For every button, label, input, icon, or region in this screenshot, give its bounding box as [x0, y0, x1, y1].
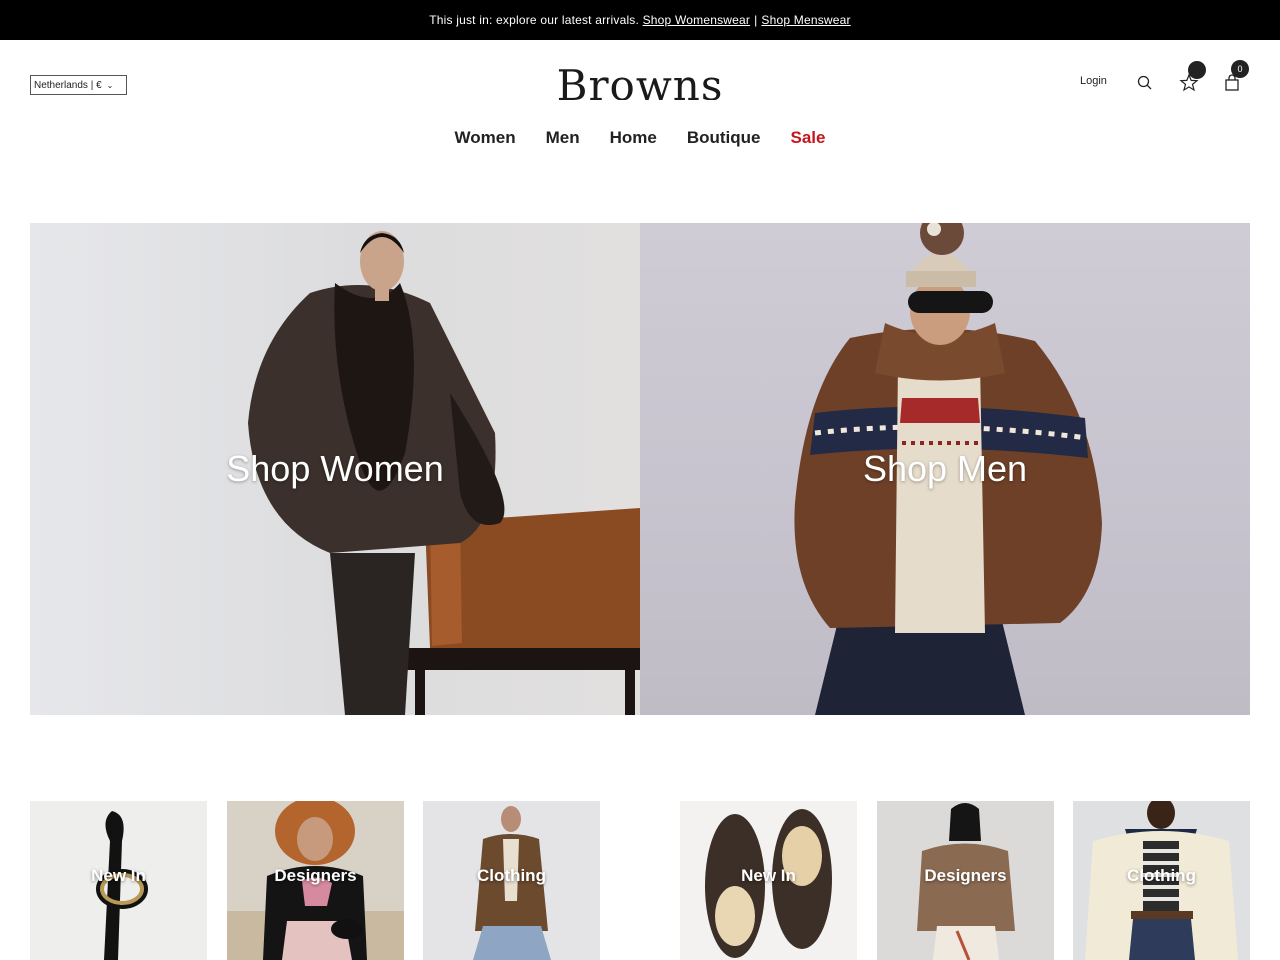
tile-men-new-in[interactable]: New In — [680, 801, 857, 960]
announcement-separator: | — [754, 13, 758, 27]
hero-shop-women[interactable]: Shop Women — [30, 223, 640, 715]
hero-men-label: Shop Men — [862, 448, 1028, 489]
tile-women-designers[interactable]: Designers — [227, 801, 404, 960]
tile-women-new-in-label: New In — [91, 865, 146, 885]
announcement-bar: This just in: explore our latest arrival… — [0, 0, 1280, 40]
tile-women-designers-label: Designers — [274, 865, 357, 885]
nav-home[interactable]: Home — [610, 128, 657, 148]
chevron-down-icon: ⌄ — [106, 80, 114, 90]
hero-women-label: Shop Women — [226, 448, 444, 489]
region-label: Netherlands | € — [34, 79, 102, 91]
star-icon[interactable] — [1178, 72, 1200, 94]
tile-men-new-in-label: New In — [741, 865, 796, 885]
search-icon[interactable] — [1134, 72, 1156, 94]
tile-women-new-in[interactable]: New In — [30, 801, 207, 960]
tile-women-clothing[interactable]: Clothing — [423, 801, 600, 960]
tile-men-designers[interactable]: Designers — [877, 801, 1054, 960]
shop-menswear-link[interactable]: Shop Menswear — [761, 13, 850, 27]
nav-women[interactable]: Women — [455, 128, 516, 148]
tile-men-designers-label: Designers — [924, 865, 1007, 885]
hero-shop-men[interactable]: Shop Men — [640, 223, 1250, 715]
nav-sale[interactable]: Sale — [790, 128, 825, 148]
announcement-text: This just in: explore our latest arrival… — [429, 13, 640, 27]
tile-men-clothing[interactable]: Clothing — [1073, 801, 1250, 960]
region-selector[interactable]: Netherlands | € ⌄ — [30, 75, 127, 95]
login-link[interactable]: Login — [1080, 75, 1107, 87]
main-navigation: Women Men Home Boutique Sale — [0, 128, 1280, 148]
shop-womenswear-link[interactable]: Shop Womenswear — [643, 13, 751, 27]
tile-women-clothing-label: Clothing — [477, 865, 546, 885]
tile-men-clothing-label: Clothing — [1127, 865, 1196, 885]
bag-count-badge: 0 — [1231, 60, 1249, 78]
browns-logo[interactable]: Browns — [540, 58, 740, 100]
nav-men[interactable]: Men — [546, 128, 580, 148]
nav-boutique[interactable]: Boutique — [687, 128, 761, 148]
